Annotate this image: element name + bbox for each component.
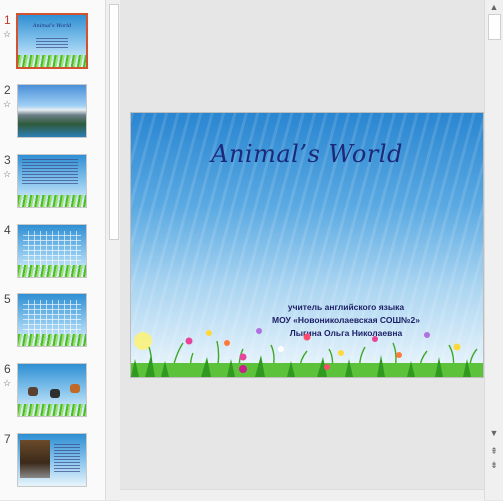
slide-number: 3 [4,153,11,167]
thumbnail-scroll-thumb[interactable] [109,4,119,240]
thumbnail-image [17,433,87,487]
slide-area-scrollbar[interactable]: ▲ ▼ ⇞ ⇟ [484,0,503,500]
slide-number: 6 [4,362,11,376]
next-slide-icon[interactable]: ⇟ [488,460,500,471]
thumbnail-image [17,154,87,208]
scroll-down-icon[interactable]: ▼ [488,428,500,439]
slide-title[interactable]: Animal’s World [131,140,483,168]
slide-number: 5 [4,292,11,306]
thumbnail-image [17,224,87,278]
animation-star-icon: ☆ [3,169,12,179]
horizontal-scrollbar[interactable] [120,489,484,501]
slide-thumbnail-4[interactable]: 4 [0,223,105,282]
main-scroll-thumb[interactable] [488,14,501,40]
scroll-up-icon[interactable]: ▲ [488,2,500,13]
current-slide[interactable]: Animal’s World учитель английского языка… [130,112,484,378]
previous-slide-icon[interactable]: ⇞ [488,446,500,457]
thumbnail-image [17,363,87,417]
thumbnail-image [17,84,87,138]
animation-star-icon: ☆ [3,378,12,388]
thumbnail-title: Animal's World [32,23,72,29]
slide-thumbnail-1[interactable]: 1 ☆ Animal's World [0,13,105,72]
slide-thumbnail-5[interactable]: 5 [0,292,105,351]
animation-star-icon: ☆ [3,99,12,109]
slide-thumbnail-3[interactable]: 3 ☆ [0,153,105,212]
animation-star-icon: ☆ [3,29,12,39]
slide-number: 7 [4,432,11,446]
thumbnail-image: Animal's World [16,13,88,69]
slide-number: 4 [4,223,11,237]
slide-thumbnail-7[interactable]: 7 [0,432,105,491]
slide-thumbnail-2[interactable]: 2 ☆ [0,83,105,142]
author-role: учитель английского языка [287,302,405,312]
slide-number: 2 [4,83,11,97]
flower-meadow-illustration [131,328,483,377]
thumbnail-image [17,293,87,347]
slide-number: 1 [4,13,11,27]
slide-thumbnail-6[interactable]: 6 ☆ [0,362,105,421]
slide-thumbnail-pane: 1 ☆ Animal's World 2 ☆ 3 ☆ 4 5 6 ☆ 7 [0,0,105,500]
